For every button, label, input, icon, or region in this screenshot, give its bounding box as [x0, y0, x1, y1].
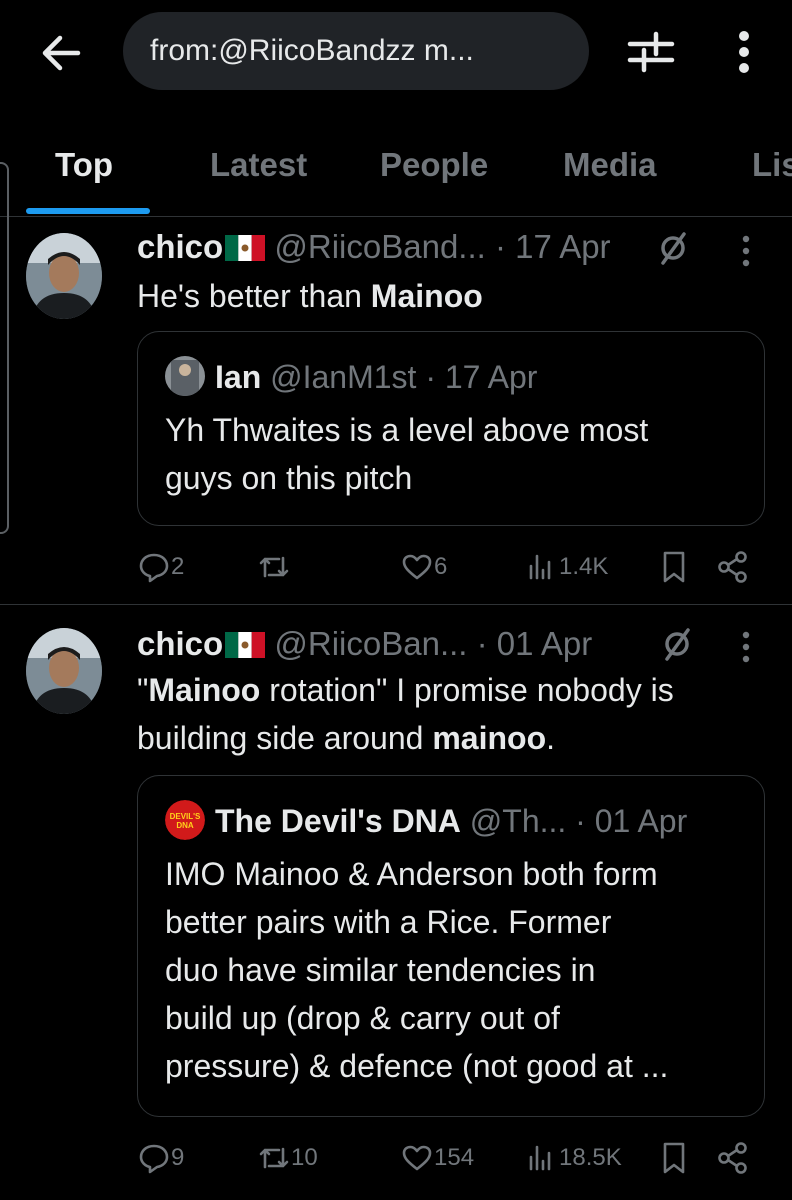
views-button[interactable]: 1.4K [525, 547, 608, 587]
like-icon [402, 1145, 432, 1171]
avatar[interactable] [26, 233, 102, 319]
quoted-tweet[interactable]: Ian @IanM1st · 17 Apr Yh Thwaites is a l… [137, 331, 765, 526]
back-arrow-icon[interactable] [38, 30, 84, 76]
grok-icon[interactable] [660, 228, 686, 268]
reply-button[interactable]: 9 [137, 1138, 184, 1178]
tabs-divider [0, 216, 792, 217]
author-handle[interactable]: @RiicoBan... [274, 625, 467, 662]
tweet-text: "Mainoo rotation" I promise nobody is bu… [137, 672, 674, 756]
quote-header: DEVIL'S DNA The Devil's DNA @Th... · 01 A… [165, 800, 687, 840]
reply-button[interactable]: 2 [137, 547, 184, 587]
tab-people[interactable]: People [380, 146, 488, 184]
search-tabs: Top Latest People Media Lis [0, 128, 792, 216]
svg-text:DEVIL'S: DEVIL'S [170, 812, 201, 821]
author-name[interactable]: chico [137, 625, 223, 662]
bookmark-button[interactable] [659, 547, 689, 587]
flag-mexico-icon [225, 632, 266, 658]
tweet-header: chico @RiicoBan... · 01 Apr [137, 625, 592, 663]
share-icon [718, 1142, 747, 1174]
like-icon [402, 554, 432, 580]
top-bar: from:@RiicoBandzz m... [0, 0, 792, 110]
active-tab-indicator [26, 208, 150, 214]
tab-latest[interactable]: Latest [210, 146, 307, 184]
share-button[interactable] [717, 547, 749, 587]
quote-text: IMO Mainoo & Anderson both form better p… [165, 856, 669, 1084]
tweet-date[interactable]: · 01 Apr [477, 625, 593, 662]
repost-icon [259, 556, 289, 578]
bookmark-icon [663, 1142, 685, 1174]
scroll-handle[interactable] [0, 162, 9, 534]
like-button[interactable]: 154 [400, 1138, 474, 1178]
quote-avatar: DEVIL'S DNA [165, 800, 205, 840]
quoted-tweet[interactable]: DEVIL'S DNA The Devil's DNA @Th... · 01 A… [137, 775, 765, 1117]
tweet-text: He's better than Mainoo [137, 278, 483, 314]
repost-button[interactable]: 10 [257, 1138, 318, 1178]
tab-media[interactable]: Media [563, 146, 657, 184]
grok-icon[interactable] [664, 624, 690, 664]
repost-button[interactable] [257, 547, 291, 587]
author-name[interactable]: chico [137, 228, 223, 265]
quote-text: Yh Thwaites is a level above most guys o… [165, 412, 649, 496]
quote-avatar [165, 356, 205, 396]
tab-top[interactable]: Top [55, 146, 113, 184]
more-vertical-icon[interactable] [730, 28, 758, 76]
reply-icon [139, 553, 169, 583]
tweet-divider [0, 604, 792, 605]
views-icon [529, 1145, 551, 1171]
bookmark-icon [663, 551, 685, 583]
search-input[interactable]: from:@RiicoBandzz m... [123, 12, 589, 90]
quote-header: Ian @IanM1st · 17 Apr [165, 356, 537, 396]
repost-icon [259, 1147, 289, 1169]
bookmark-button[interactable] [659, 1138, 689, 1178]
more-vertical-icon[interactable] [741, 234, 751, 268]
author-handle[interactable]: @RiicoBand... [274, 228, 485, 265]
filter-sliders-icon[interactable] [626, 28, 676, 76]
tab-lists[interactable]: Lis [752, 146, 792, 184]
tweet-actions: 9 10 154 18.5K [137, 1138, 777, 1178]
like-button[interactable]: 6 [400, 547, 447, 587]
tweet-header: chico @RiicoBand... · 17 Apr [137, 228, 611, 266]
views-icon [529, 554, 551, 580]
share-icon [718, 551, 747, 583]
share-button[interactable] [717, 1138, 749, 1178]
reply-icon [139, 1144, 169, 1174]
tweet-actions: 2 6 1.4K [137, 547, 777, 587]
views-button[interactable]: 18.5K [525, 1138, 622, 1178]
avatar[interactable] [26, 628, 102, 714]
tweet-date[interactable]: · 17 Apr [495, 228, 611, 265]
more-vertical-icon[interactable] [741, 630, 751, 664]
svg-text:DNA: DNA [176, 821, 194, 830]
flag-mexico-icon [225, 235, 266, 261]
